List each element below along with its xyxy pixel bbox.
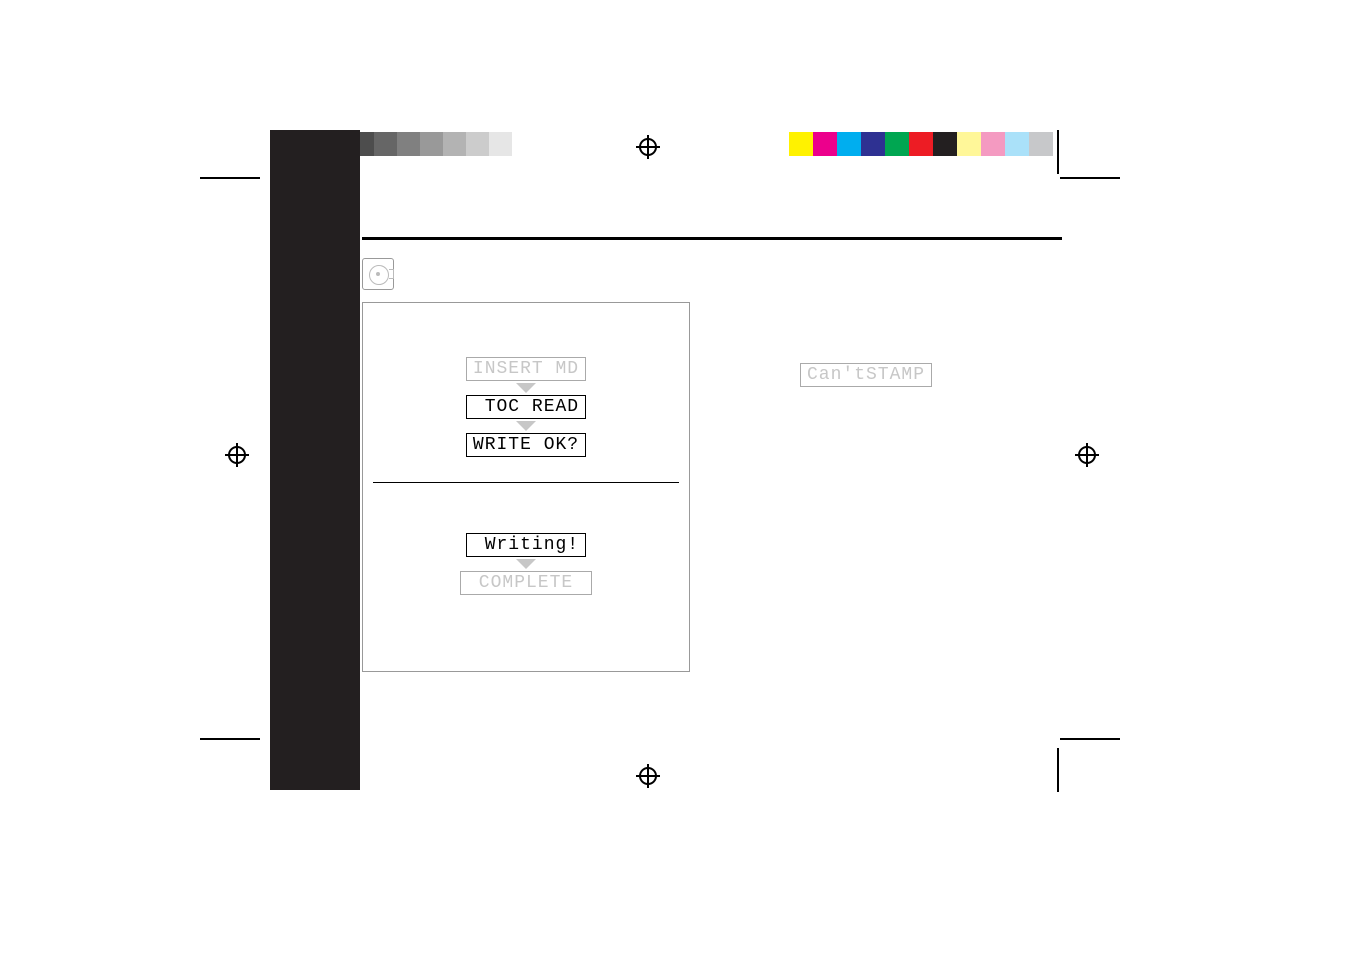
color-swatch bbox=[885, 132, 909, 156]
trim-tick bbox=[1060, 177, 1120, 179]
gray-swatch bbox=[374, 132, 397, 156]
lcd-message: INSERT MD bbox=[466, 357, 586, 381]
trim-tick bbox=[1057, 748, 1059, 792]
registration-mark-icon bbox=[1075, 443, 1099, 467]
color-swatch bbox=[837, 132, 861, 156]
gray-swatch bbox=[489, 132, 512, 156]
lcd-message: COMPLETE bbox=[460, 571, 592, 595]
trim-tick bbox=[1057, 130, 1059, 174]
flow-divider bbox=[373, 482, 679, 483]
color-swatch bbox=[1005, 132, 1029, 156]
registration-mark-icon bbox=[636, 135, 660, 159]
color-swatch bbox=[1029, 132, 1053, 156]
color-swatch bbox=[813, 132, 837, 156]
lcd-message: Can'tSTAMP bbox=[800, 363, 932, 387]
gray-swatch bbox=[397, 132, 420, 156]
gray-swatch bbox=[512, 132, 535, 156]
color-calibration-bar bbox=[789, 132, 1053, 156]
trim-tick bbox=[200, 738, 260, 740]
arrow-down-icon bbox=[516, 421, 536, 431]
procedure-flow-box: INSERT MD TOC READ WRITE OK? Writing! CO… bbox=[362, 302, 690, 672]
gray-swatch bbox=[443, 132, 466, 156]
page-inner-margin bbox=[270, 130, 360, 790]
registration-mark-icon bbox=[636, 764, 660, 788]
lcd-message: TOC READ bbox=[466, 395, 586, 419]
arrow-down-icon bbox=[516, 559, 536, 569]
color-swatch bbox=[909, 132, 933, 156]
color-swatch bbox=[957, 132, 981, 156]
color-swatch bbox=[861, 132, 885, 156]
color-swatch bbox=[933, 132, 957, 156]
lcd-message: WRITE OK? bbox=[466, 433, 586, 457]
color-swatch bbox=[981, 132, 1005, 156]
section-rule bbox=[362, 237, 1062, 240]
minidisc-icon bbox=[362, 258, 394, 290]
arrow-down-icon bbox=[516, 383, 536, 393]
gray-swatch bbox=[466, 132, 489, 156]
color-swatch bbox=[789, 132, 813, 156]
lcd-message: Writing! bbox=[466, 533, 586, 557]
trim-tick bbox=[200, 177, 260, 179]
trim-tick bbox=[1060, 738, 1120, 740]
registration-mark-icon bbox=[225, 443, 249, 467]
gray-swatch bbox=[420, 132, 443, 156]
